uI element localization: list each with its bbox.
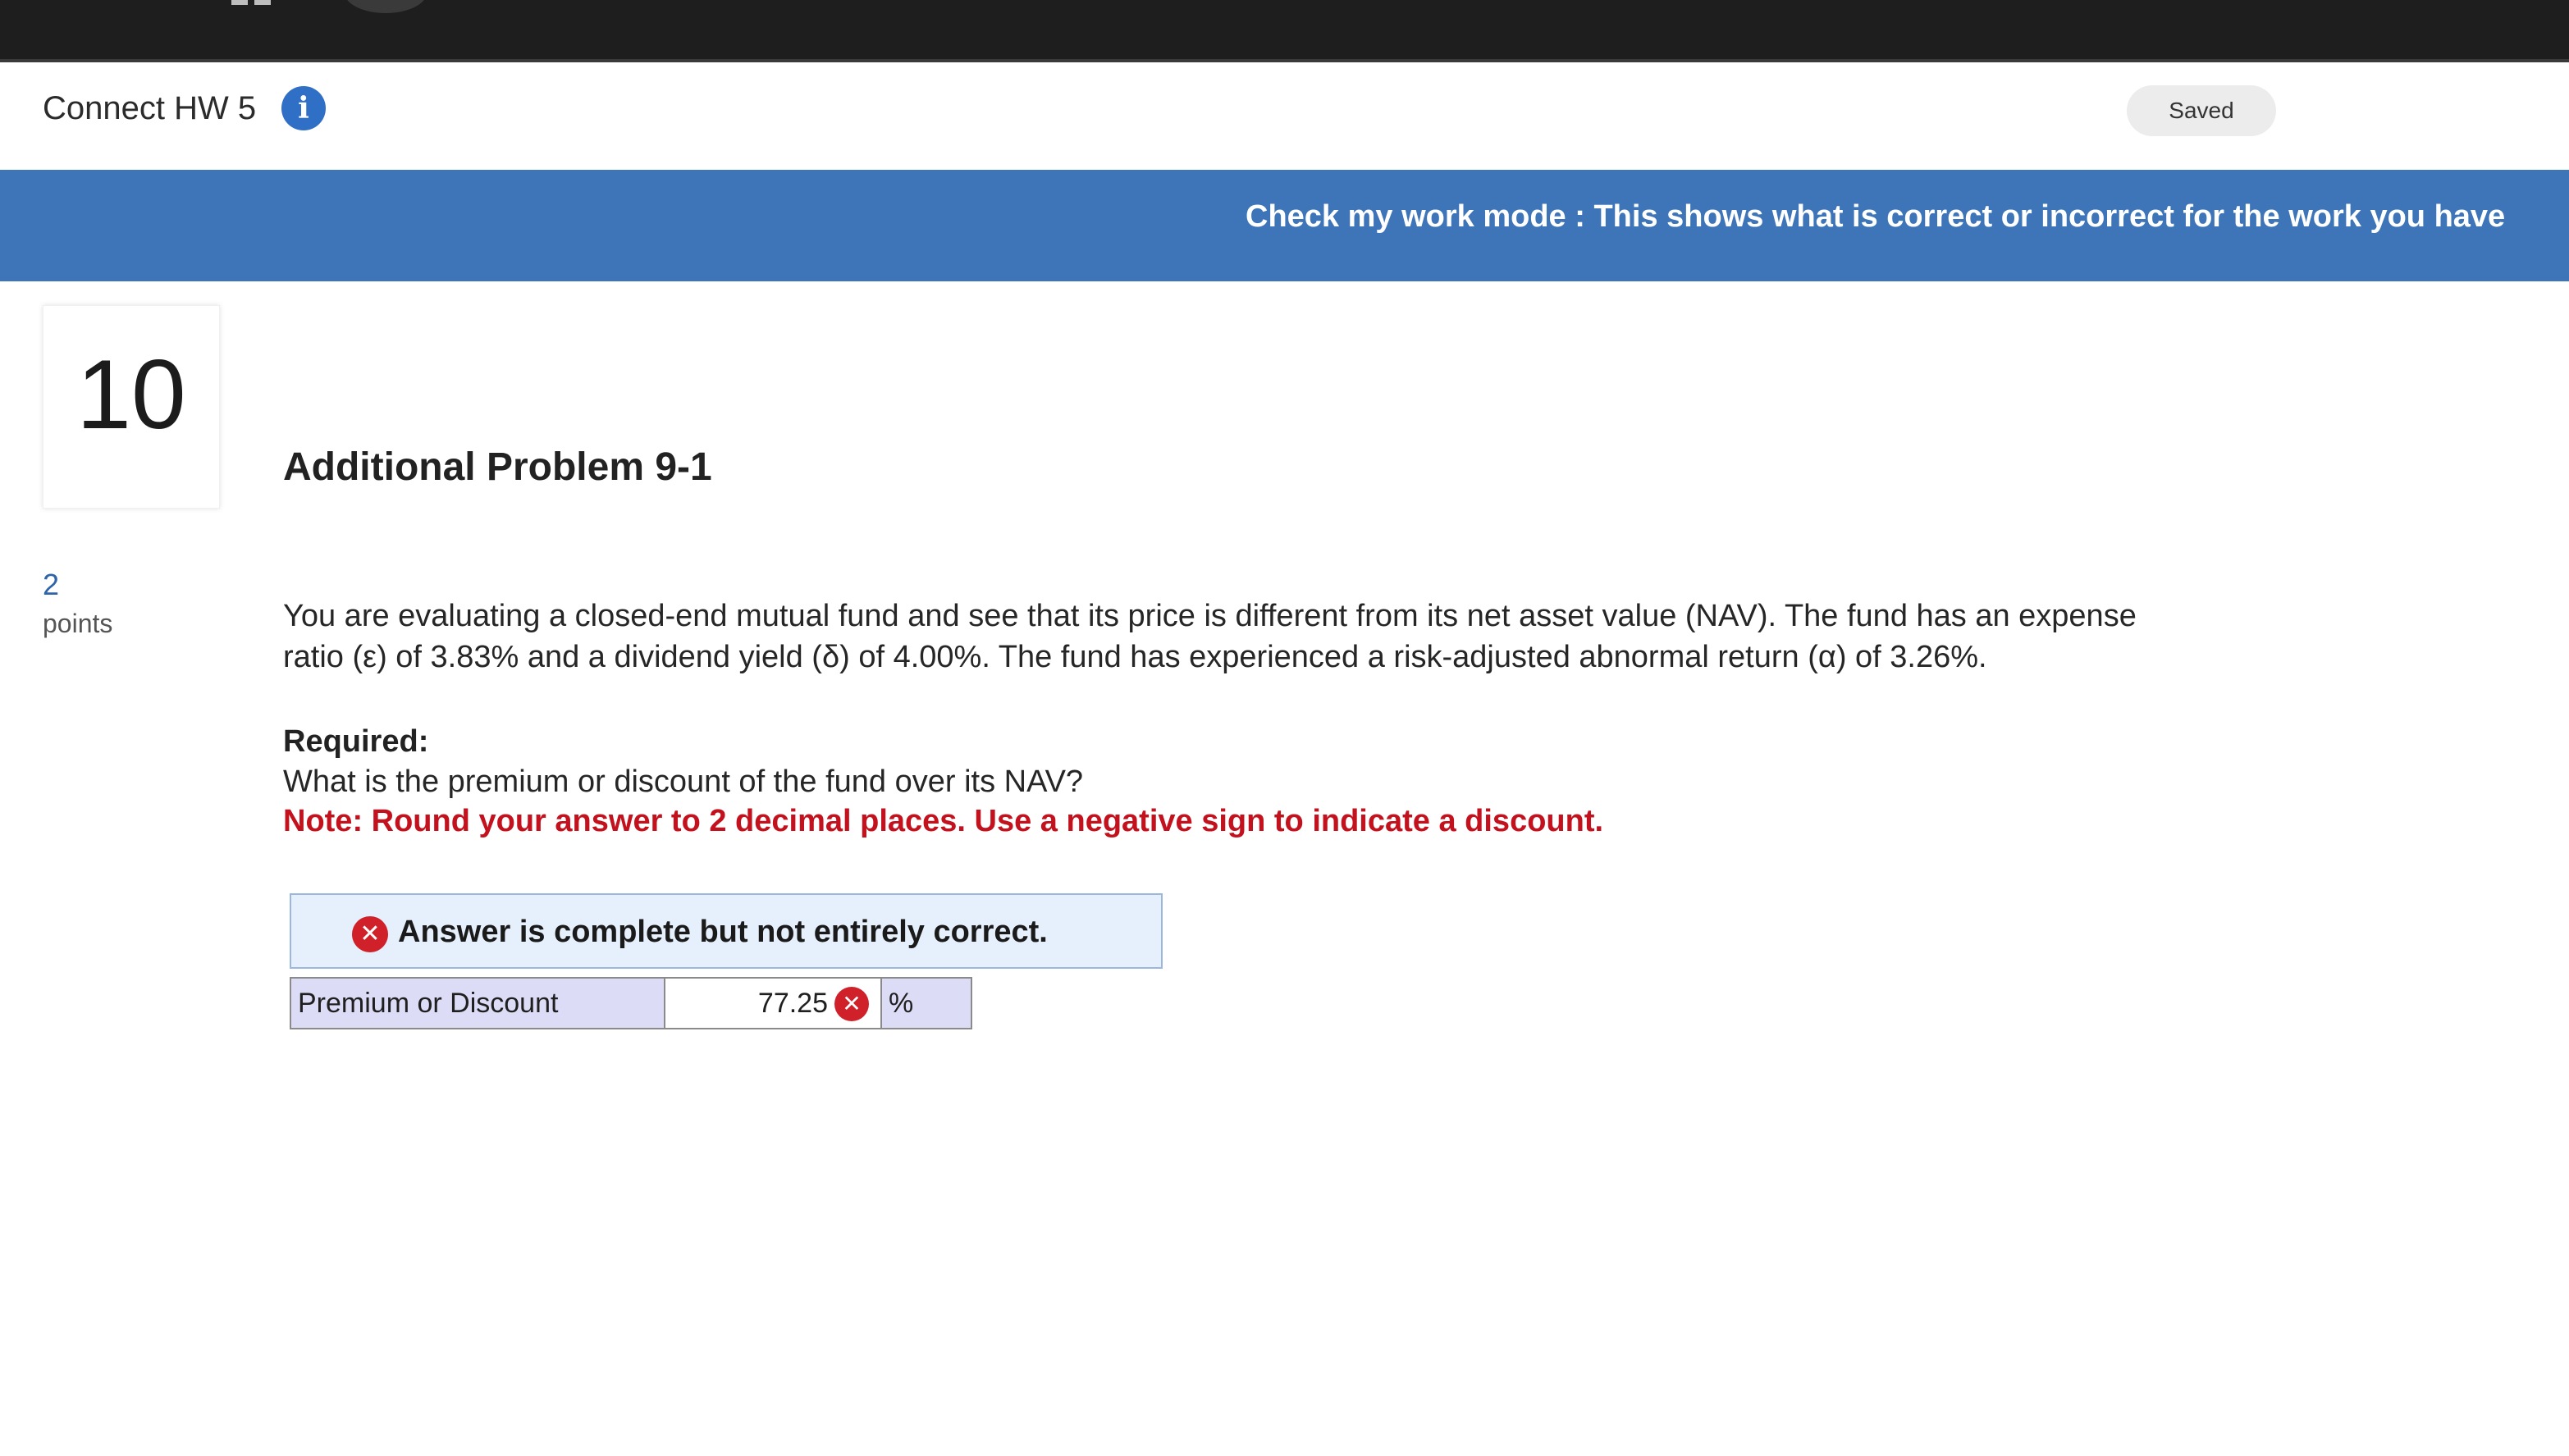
- info-icon[interactable]: i: [281, 86, 326, 130]
- assignment-title: Connect HW 5: [43, 90, 257, 126]
- answer-value: 77.25: [757, 988, 828, 1019]
- banner-text: Check my work mode : This shows what is …: [1246, 199, 2506, 234]
- assignment-header: Connect HW 5 i Saved: [0, 62, 2569, 170]
- browser-top-strip: [0, 0, 2569, 62]
- error-x-icon: ✕: [834, 987, 869, 1021]
- answer-input-field[interactable]: 77.25 ✕: [665, 979, 882, 1028]
- required-question: What is the premium or discount of the f…: [283, 765, 1084, 799]
- question-number: 10: [76, 340, 186, 450]
- error-x-icon: ✕: [352, 916, 388, 952]
- answer-table-row: Premium or Discount 77.25 ✕ %: [290, 977, 972, 1029]
- check-my-work-banner: Check my work mode : This shows what is …: [0, 170, 2569, 281]
- problem-body-line-1: You are evaluating a closed-end mutual f…: [283, 599, 2137, 633]
- rounding-note: Note: Round your answer to 2 decimal pla…: [283, 804, 1604, 838]
- answer-feedback-box: ✕ Answer is complete but not entirely co…: [290, 893, 1163, 969]
- answer-label: Premium or Discount: [291, 979, 665, 1028]
- avatar[interactable]: [345, 0, 427, 13]
- required-label: Required:: [283, 724, 429, 759]
- problem-title: Additional Problem 9-1: [283, 445, 712, 489]
- points-value: 2: [43, 568, 60, 601]
- question-number-card: 10: [43, 305, 220, 509]
- problem-body-line-2: ratio (ε) of 3.83% and a dividend yield …: [283, 640, 1987, 674]
- answer-unit: %: [882, 979, 971, 1028]
- grid-icon[interactable]: [231, 0, 271, 5]
- saved-status-badge: Saved: [2127, 85, 2276, 136]
- points-label: points: [43, 609, 113, 638]
- feedback-text: Answer is complete but not entirely corr…: [398, 915, 1048, 949]
